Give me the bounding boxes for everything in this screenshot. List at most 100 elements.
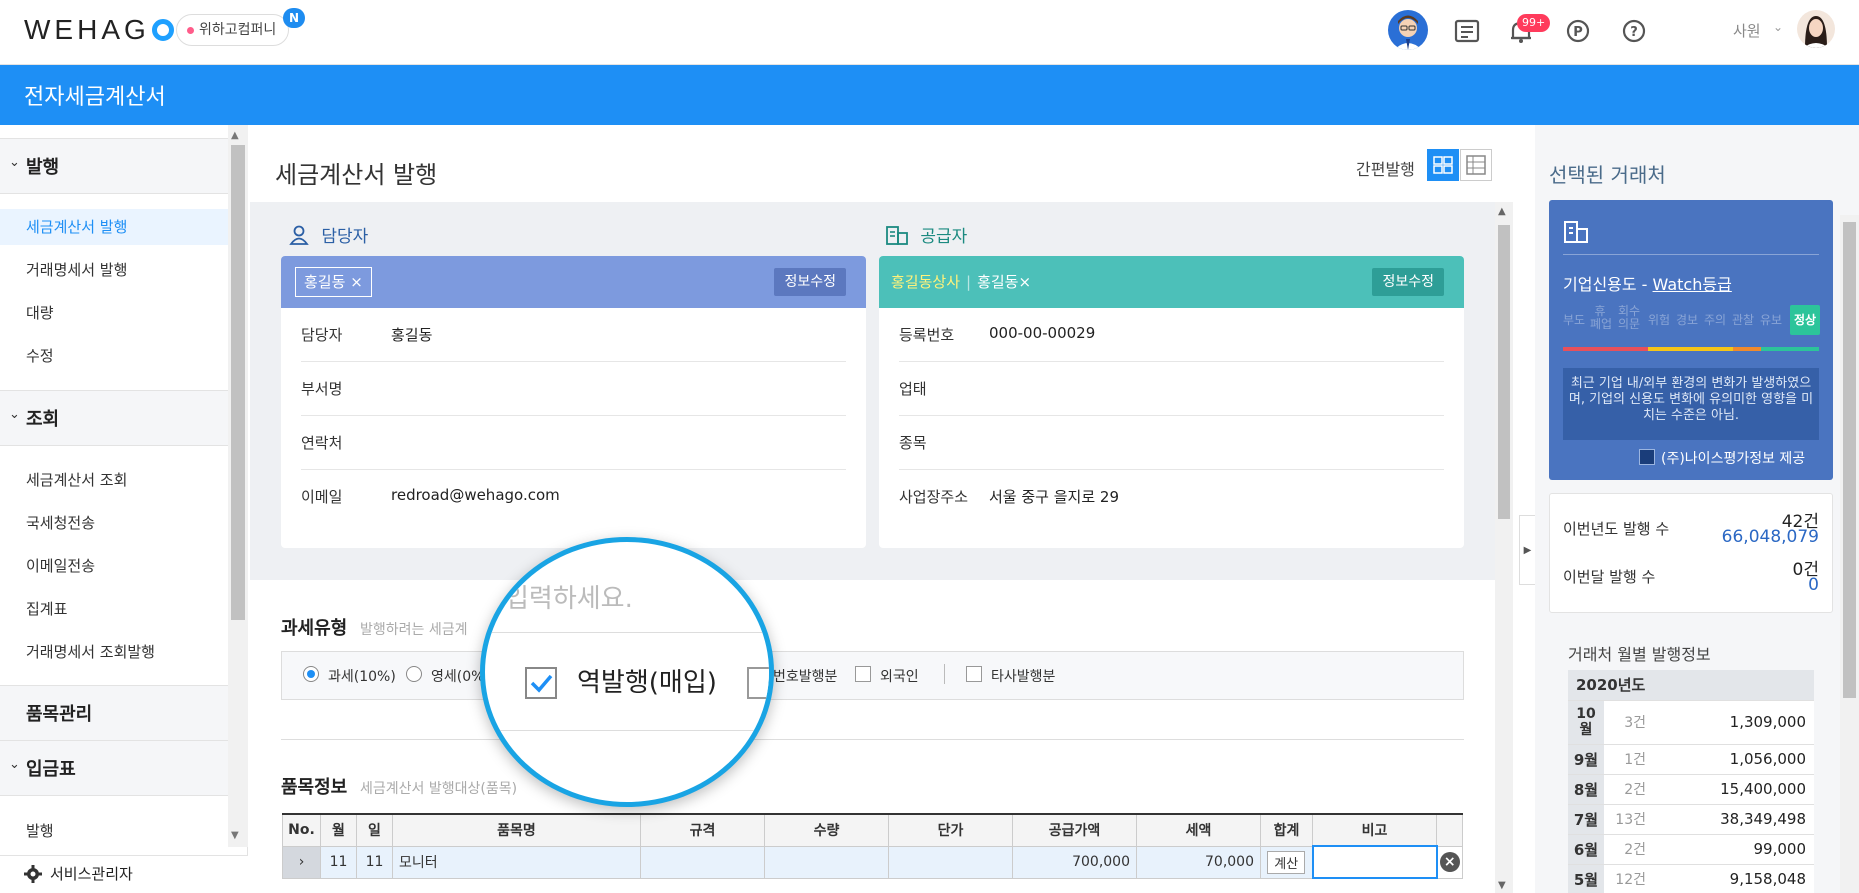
taxable-radio[interactable] xyxy=(303,666,319,682)
scroll-up-icon[interactable]: ▲ xyxy=(231,130,239,141)
table-row: 10 월 3건 1,309,000 xyxy=(1568,700,1814,745)
cell-month[interactable]: 11 xyxy=(320,845,357,879)
grade-label: 경보 xyxy=(1676,313,1699,327)
cell-tax[interactable]: 70,000 xyxy=(1136,845,1261,879)
option-divider xyxy=(944,664,945,684)
cell-note-input[interactable] xyxy=(1311,845,1438,879)
year-label: 2020년도 xyxy=(1568,670,1814,701)
supplier-company: 홍길동상사 xyxy=(891,273,961,291)
table-row: 7월 13건 38,349,498 xyxy=(1568,804,1814,835)
cell-item-name[interactable]: 모니터 xyxy=(392,845,641,879)
card-view-button[interactable] xyxy=(1427,149,1459,181)
scroll-down-icon[interactable]: ▼ xyxy=(1498,880,1506,891)
scroll-up-icon[interactable]: ▲ xyxy=(1498,206,1506,217)
user-name[interactable]: 사원 xyxy=(1733,20,1761,41)
help-icon[interactable]: ? xyxy=(1617,14,1651,48)
zoom-magnifier: 입력하세요. 역발행(매입) xyxy=(480,537,774,807)
row-value: 서울 중구 을지로 29 xyxy=(989,488,1119,506)
manager-heading: 담당자 xyxy=(288,222,368,247)
sidebar-section-issue[interactable]: ⌄ 발행 xyxy=(0,138,228,194)
sidebar-section-inquiry[interactable]: ⌄ 조회 xyxy=(0,390,228,446)
page-title: 세금계산서 발행 xyxy=(275,161,438,189)
foreigner-checkbox[interactable] xyxy=(855,666,871,682)
table-view-button[interactable] xyxy=(1460,149,1492,181)
card-divider xyxy=(1563,254,1819,255)
svg-text:P: P xyxy=(1573,25,1583,40)
grade-badge: 정상 xyxy=(1790,305,1820,335)
point-icon[interactable]: P xyxy=(1561,14,1595,48)
sidebar-item-tax-invoice-issue[interactable]: 세금계산서 발행 xyxy=(26,216,127,237)
supplier-edit-button[interactable]: 정보수정 xyxy=(1372,268,1444,296)
sidebar-item-statement-issue[interactable]: 거래명세서 발행 xyxy=(26,259,127,280)
col-tax: 세액 xyxy=(1136,813,1261,847)
app-title: 전자세금계산서 xyxy=(24,85,166,110)
assistant-avatar-icon[interactable] xyxy=(1388,10,1428,50)
chevron-down-icon: ⌄ xyxy=(9,407,20,422)
col-day: 일 xyxy=(356,813,393,847)
year-row: 2020년도 xyxy=(1568,670,1814,701)
cell-spec[interactable] xyxy=(640,845,765,879)
chevron-down-icon: ⌄ xyxy=(9,757,20,772)
sidebar-item-summary-table[interactable]: 집계표 xyxy=(26,598,67,619)
month-cell: 9월 xyxy=(1568,744,1604,775)
sidebar-item-nts-transmission[interactable]: 국세청전송 xyxy=(26,512,95,533)
cell-unit-price[interactable] xyxy=(888,845,1013,879)
divider: | xyxy=(966,273,972,291)
company-selector[interactable]: 위하고컴퍼니 xyxy=(176,14,290,46)
service-admin-link[interactable]: 서비스관리자 xyxy=(50,863,133,884)
watch-grade-link[interactable]: Watch등급 xyxy=(1653,275,1732,294)
supplier-chip[interactable]: 홍길동상사 | 홍길동× xyxy=(891,271,1031,292)
row-key: 업태 xyxy=(899,380,927,398)
cell-supply-amount[interactable]: 700,000 xyxy=(1012,845,1137,879)
expand-row-icon[interactable]: › xyxy=(282,845,321,879)
sidebar-item-bulk[interactable]: 대량 xyxy=(26,302,54,323)
sidebar-item-receipt-issue[interactable]: 발행 xyxy=(26,820,54,841)
sidebar-item-tax-invoice-inquiry[interactable]: 세금계산서 조회 xyxy=(26,469,127,490)
manager-row: 이메일 redroad@wehago.com xyxy=(301,470,846,524)
row-key: 등록번호 xyxy=(899,326,955,344)
table-row[interactable]: › 11 11 모니터 700,000 70,000 계산 × xyxy=(282,845,1463,879)
wehago-logo[interactable]: WEHAG xyxy=(24,14,174,46)
chevron-down-icon[interactable]: ⌄ xyxy=(1773,20,1783,34)
col-action xyxy=(1436,813,1463,847)
zero-rate-radio[interactable] xyxy=(406,666,422,682)
sidebar-item-email-transmission[interactable]: 이메일전송 xyxy=(26,555,95,576)
other-company-checkbox[interactable] xyxy=(966,666,982,682)
grade-label: 주의 xyxy=(1704,313,1727,327)
main-scroll-thumb[interactable] xyxy=(1498,225,1510,519)
supplier-card-header: 홍길동상사 | 홍길동× 정보수정 xyxy=(879,256,1464,308)
numbered-issue-checkbox[interactable] xyxy=(747,667,769,699)
memo-icon[interactable] xyxy=(1450,14,1484,48)
cell-qty[interactable] xyxy=(764,845,889,879)
building-icon xyxy=(885,226,909,247)
monthly-table: 2020년도 10 월 3건 1,309,000 9월 1건 1,056,000 8월 2… xyxy=(1568,670,1814,893)
grade-label: 위험 xyxy=(1648,313,1671,327)
delete-row-icon[interactable]: × xyxy=(1439,852,1460,872)
building-icon xyxy=(1563,220,1589,248)
reverse-issue-checkbox[interactable] xyxy=(525,667,557,699)
supplier-card: 홍길동상사 | 홍길동× 정보수정 등록번호 000-00-00029 업태 종목 사… xyxy=(879,256,1464,548)
manager-edit-button[interactable]: 정보수정 xyxy=(774,268,846,296)
gear-icon[interactable] xyxy=(24,865,42,883)
sidebar-scroll-thumb[interactable] xyxy=(231,145,245,620)
scroll-down-icon[interactable]: ▼ xyxy=(231,830,239,841)
chevron-down-icon: ⌄ xyxy=(9,155,20,170)
manager-card-header: 홍길동 × 정보수정 xyxy=(281,256,866,308)
other-company-label: 타사발행분 xyxy=(991,669,1056,685)
panel-toggle-icon[interactable]: ▶ xyxy=(1519,515,1535,585)
sidebar-item-modify[interactable]: 수정 xyxy=(26,345,54,366)
sidebar-item-statement-inquiry[interactable]: 거래명세서 조회발행 xyxy=(26,641,155,662)
calculate-button[interactable]: 계산 xyxy=(1267,850,1306,874)
manager-chip[interactable]: 홍길동 × xyxy=(295,267,372,297)
user-avatar[interactable] xyxy=(1797,10,1835,48)
cell-day[interactable]: 11 xyxy=(356,845,393,879)
month-cell: 8월 xyxy=(1568,774,1604,805)
right-scroll-thumb[interactable] xyxy=(1843,222,1856,698)
cell-total: 계산 xyxy=(1260,845,1313,879)
close-icon[interactable]: × xyxy=(350,273,363,291)
credit-prefix: 기업신용도 - xyxy=(1563,275,1653,294)
sidebar-section-item-management[interactable]: 품목관리 xyxy=(0,685,228,741)
logo-text: WEHAG xyxy=(24,14,150,45)
sidebar-section-receipt[interactable]: ⌄ 입금표 xyxy=(0,740,228,796)
close-icon[interactable]: × xyxy=(1018,273,1031,291)
